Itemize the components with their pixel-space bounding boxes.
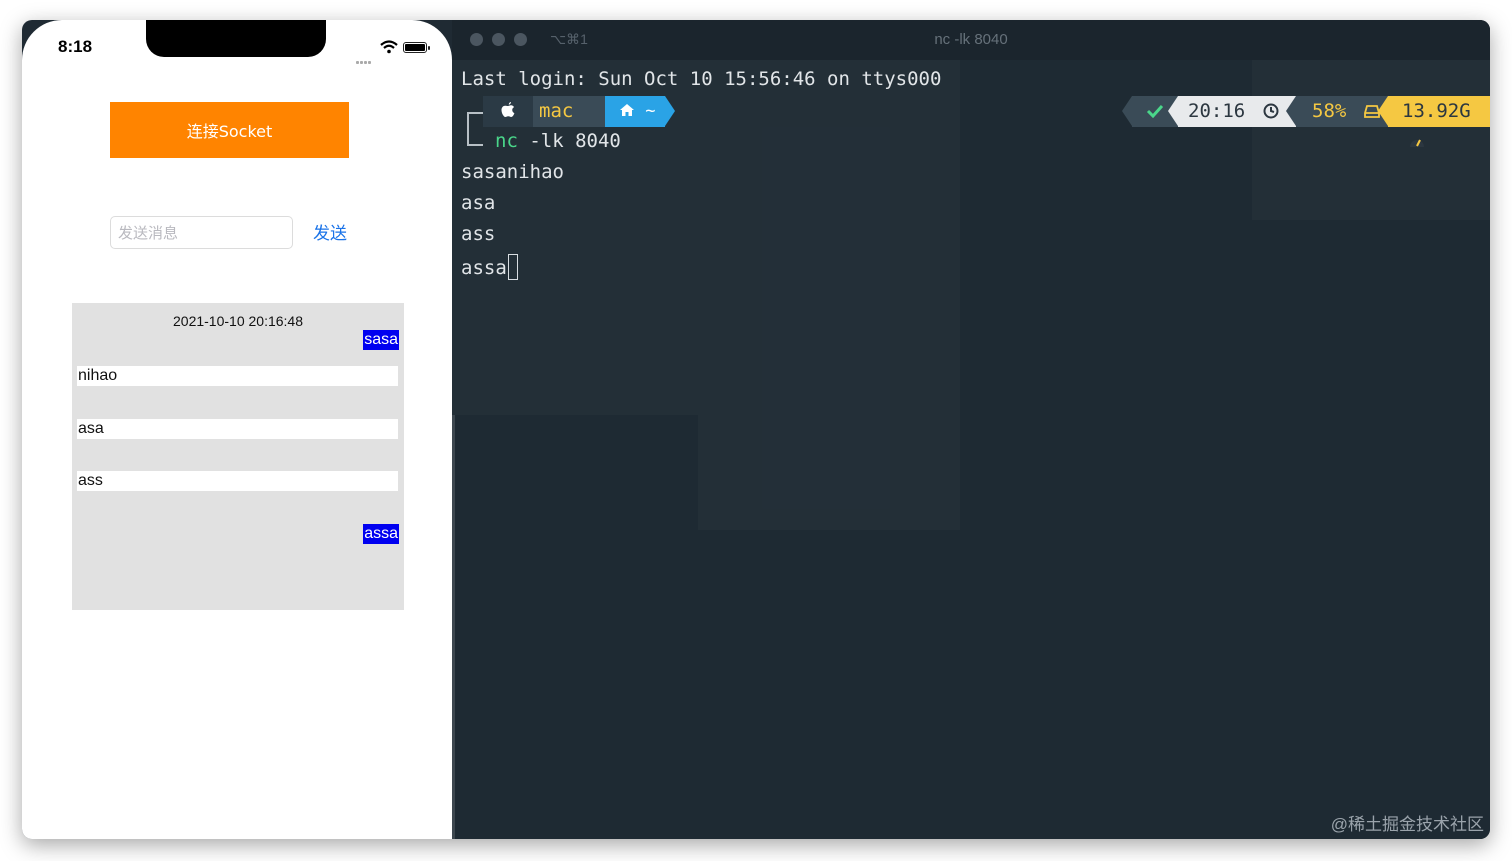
prompt-dir-segment: ~: [605, 96, 665, 127]
command-line[interactable]: nc -lk 8040: [495, 130, 621, 152]
segment-separator: [1378, 96, 1388, 126]
time-segment: 20:16: [1178, 96, 1296, 127]
message-input[interactable]: [110, 216, 293, 249]
prompt-user-segment: mac: [533, 96, 605, 127]
current-input-text: assa: [461, 257, 507, 279]
phone-simulator: 8:18 连接Socket 发送 2021-10-10 20:16:48 sas…: [22, 20, 452, 839]
prompt-os-segment: [483, 96, 533, 127]
last-login-line: Last login: Sun Oct 10 15:56:46 on ttys0…: [461, 68, 942, 90]
terminal-window[interactable]: ⌥⌘1 nc -lk 8040 Last login: Sun Oct 10 1…: [452, 20, 1490, 839]
phone-notch: [146, 20, 326, 57]
status-bar-time: 8:18: [58, 37, 93, 56]
segment-separator: [1122, 96, 1132, 126]
memory-label: 13.92G: [1402, 100, 1471, 122]
phone-edge: [452, 415, 455, 839]
gauge-icon: [1410, 139, 1424, 147]
sent-message: assa: [363, 524, 399, 544]
current-input-line[interactable]: assa: [461, 254, 518, 280]
memory-segment: 13.92G: [1388, 96, 1490, 147]
received-message: ass: [77, 471, 398, 491]
command-name: nc: [495, 130, 518, 152]
text-cursor: [507, 254, 518, 280]
time-label: 20:16: [1188, 100, 1246, 122]
apple-icon: [501, 102, 515, 117]
battery-label: 58%: [1312, 100, 1347, 122]
output-line: sasanihao: [461, 161, 564, 183]
wifi-icon: [380, 40, 398, 54]
check-icon: [1146, 104, 1164, 119]
prompt-bracket: [467, 112, 483, 146]
chat-timestamp: 2021-10-10 20:16:48: [173, 313, 303, 329]
segment-separator: [1168, 96, 1178, 126]
background-ghost-panel: [1252, 60, 1490, 220]
output-line: ass: [461, 223, 496, 245]
clock-icon: [1263, 103, 1279, 119]
command-args: -lk 8040: [517, 130, 621, 152]
segment-separator: [665, 96, 675, 126]
battery-icon: [403, 42, 430, 53]
received-message: asa: [77, 419, 398, 439]
segment-separator: [1286, 96, 1296, 126]
watermark: @稀土掘金技术社区: [1330, 815, 1484, 834]
connect-socket-button[interactable]: 连接Socket: [110, 102, 349, 158]
received-message: nihao: [77, 366, 398, 386]
send-button[interactable]: 发送: [313, 219, 347, 244]
chat-log[interactable]: 2021-10-10 20:16:48 sasa nihao asa ass a…: [72, 303, 404, 610]
home-icon: [620, 104, 634, 116]
output-line: asa: [461, 192, 496, 214]
battery-segment: 58%: [1296, 96, 1388, 127]
terminal-title: nc -lk 8040: [934, 31, 1008, 48]
terminal-titlebar[interactable]: ⌥⌘1 nc -lk 8040: [452, 20, 1490, 60]
background-ghost-panel: [698, 60, 960, 530]
desktop-stage: ⌥⌘1 nc -lk 8040 Last login: Sun Oct 10 1…: [22, 20, 1490, 839]
prompt-dir-label: ~: [645, 101, 656, 121]
cellular-signal-icon: [356, 51, 372, 69]
sent-message: sasa: [363, 330, 399, 350]
